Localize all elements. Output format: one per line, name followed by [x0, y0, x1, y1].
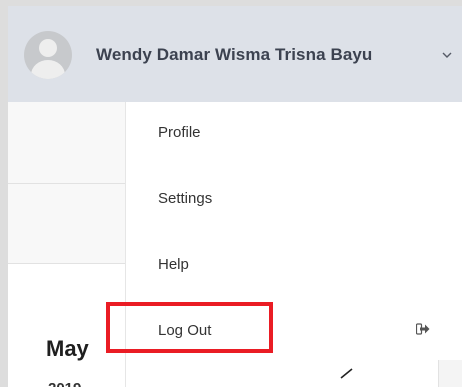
menu-item-label: Help [158, 256, 189, 273]
menu-item-help[interactable]: Help [126, 234, 462, 298]
menu-item-label: Profile [158, 124, 201, 141]
menu-item-label: Log Out [158, 322, 212, 339]
calendar-panel [8, 264, 125, 387]
menu-item-log-out[interactable]: Log Out [126, 300, 462, 364]
user-header[interactable]: Wendy Damar Wisma Trisna Bayu [8, 6, 462, 102]
chevron-down-icon[interactable] [441, 49, 453, 61]
divider [8, 183, 125, 184]
avatar-body-shape [31, 60, 65, 79]
calendar-year-label: 2019 [48, 380, 81, 387]
app-window: Wendy Damar Wisma Trisna Bayu May 2019 P… [0, 0, 462, 387]
calendar-month-label: May [46, 336, 89, 361]
menu-item-profile[interactable]: Profile [126, 102, 462, 166]
user-name-toggle[interactable]: Wendy Damar Wisma Trisna Bayu [96, 45, 372, 65]
sign-out-icon [416, 323, 430, 335]
user-dropdown-menu: Profile Settings Help Log Out [125, 102, 462, 387]
menu-item-label: Settings [158, 190, 213, 207]
partial-arrow-icon [340, 368, 353, 379]
avatar-head-shape [39, 39, 57, 57]
scroll-strip [438, 360, 462, 387]
user-avatar-icon[interactable] [24, 31, 72, 79]
menu-item-settings[interactable]: Settings [126, 168, 462, 232]
